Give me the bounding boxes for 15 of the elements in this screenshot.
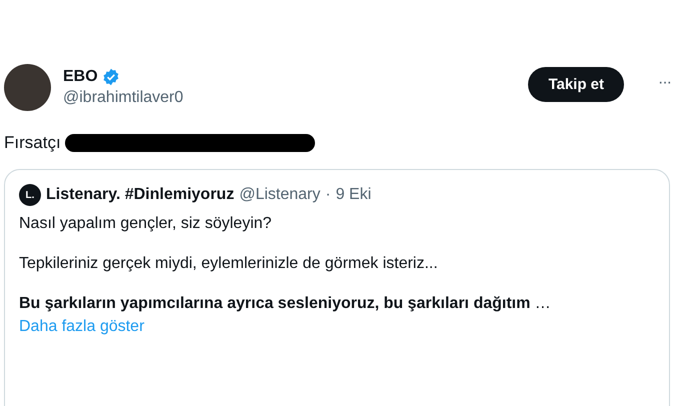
follow-button[interactable]: Takip et [528, 67, 624, 102]
quoted-tweet-card[interactable] [4, 169, 670, 406]
author-handle[interactable]: @ibrahimtilaver0 [63, 89, 516, 107]
quote-author-name[interactable]: Listenary. #Dinlemiyoruz [46, 186, 234, 204]
avatar-photo-placeholder[interactable] [4, 64, 51, 111]
quote-paragraph: Nasıl yapalım gençler, siz söyleyin? [19, 214, 273, 234]
quote-date: 9 Eki [336, 186, 372, 204]
quote-paragraph: Bu şarkıların yapımcılarına ayrıca sesleniyoruz, bu şarkıları dağıtım … [19, 294, 552, 314]
separator-dot: · [325, 186, 331, 204]
quote-author-handle: @Listenary [239, 186, 320, 204]
tweet-text: Fırsatçı [4, 133, 61, 153]
more-menu[interactable]: ··· [658, 74, 671, 92]
quote-paragraph: Tepkileriniz gerçek miydi, eylemlerinizle de görmek isteriz... [19, 254, 439, 274]
author-name[interactable]: EBO [63, 68, 98, 86]
quote-avatar[interactable]: L. [19, 184, 41, 206]
